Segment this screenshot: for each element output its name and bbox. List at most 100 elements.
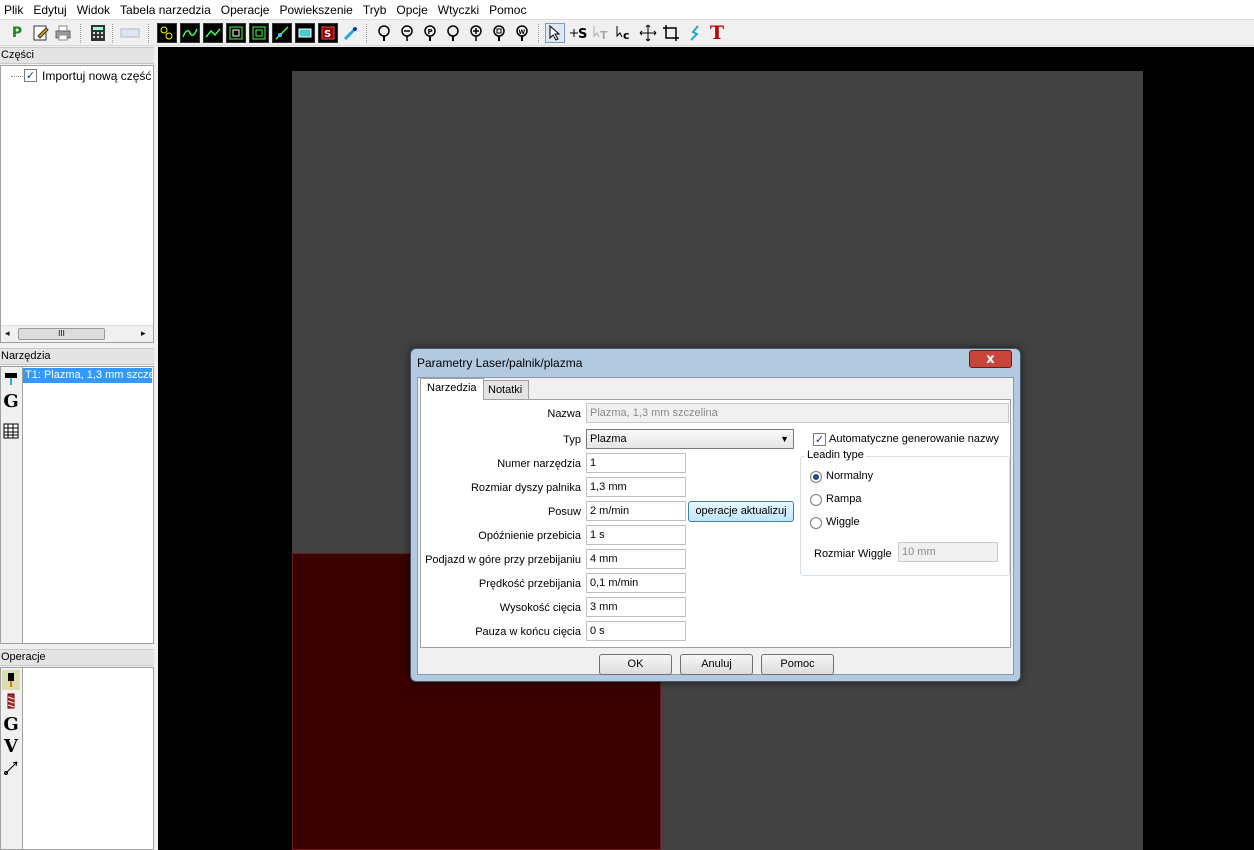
leadin-radio-wiggle[interactable] bbox=[810, 517, 822, 529]
zoom-all-icon[interactable]: W bbox=[511, 22, 533, 44]
cancel-button[interactable]: Anuluj bbox=[680, 654, 753, 675]
dialog-body: Narzedzia Notatki Nazwa Plazma, 1,3 mm s… bbox=[417, 377, 1014, 675]
menu-help[interactable]: Pomoc bbox=[484, 0, 531, 20]
select-pointer-icon[interactable] bbox=[545, 23, 565, 43]
print-icon[interactable] bbox=[52, 22, 74, 44]
leadin-label-wiggle: Wiggle bbox=[826, 516, 860, 528]
leadin-group-title: Leadin type bbox=[805, 449, 866, 461]
dialog-title: Parametry Laser/palnik/plazma bbox=[417, 356, 583, 370]
zoom-selection-icon[interactable] bbox=[442, 22, 464, 44]
menu-tool-table[interactable]: Tabela narzedzia bbox=[115, 0, 216, 20]
select-tab-icon[interactable]: T bbox=[591, 22, 613, 44]
path-curve-icon[interactable] bbox=[180, 23, 200, 43]
parts-tree: ✓ Importuj nową część ◂ III ▸ bbox=[0, 65, 154, 343]
pierce-lift-field[interactable]: 4 mm bbox=[586, 549, 686, 569]
path-rect-icon[interactable] bbox=[226, 23, 246, 43]
type-select[interactable]: Plazma ▼ bbox=[586, 429, 794, 449]
label-feed: Posuw bbox=[547, 506, 581, 518]
auto-name-checkbox[interactable]: ✓ bbox=[813, 433, 826, 446]
drill-op-icon[interactable] bbox=[2, 692, 20, 712]
zoom-out-icon[interactable] bbox=[396, 22, 418, 44]
name-field[interactable]: Plazma, 1,3 mm szczelina bbox=[586, 403, 1009, 423]
vcarve-op-icon[interactable]: V bbox=[2, 736, 20, 757]
nozzle-field[interactable]: 1,3 mm bbox=[586, 477, 686, 497]
ops-icon-column: G V bbox=[1, 668, 23, 849]
text-tool-icon[interactable]: T bbox=[706, 22, 728, 44]
new-part-icon[interactable]: P bbox=[6, 22, 28, 44]
close-icon[interactable]: x bbox=[969, 350, 1012, 368]
leadin-label-rampa: Rampa bbox=[826, 493, 862, 505]
pierce-delay-field[interactable]: 1 s bbox=[586, 525, 686, 545]
tab-narzedzia[interactable]: Narzedzia bbox=[420, 378, 484, 400]
label-pierce-lift: Podjazd w góre przy przebijaniu bbox=[425, 554, 581, 566]
crop-icon[interactable] bbox=[660, 22, 682, 44]
select-start-icon[interactable]: S bbox=[568, 22, 590, 44]
label-tool-number: Numer narzędzia bbox=[497, 458, 581, 470]
path-drill-icon[interactable] bbox=[272, 23, 292, 43]
help-button[interactable]: Pomoc bbox=[761, 654, 834, 675]
label-end-pause: Pauza w końcu cięcia bbox=[475, 626, 581, 638]
lead-icon[interactable] bbox=[683, 22, 705, 44]
menu-plugins[interactable]: Wtyczki bbox=[433, 0, 484, 20]
path-start-icon[interactable] bbox=[157, 23, 177, 43]
svg-text:P: P bbox=[428, 28, 433, 36]
cut-height-field[interactable]: 3 mm bbox=[586, 597, 686, 617]
select-curve-icon[interactable]: c bbox=[614, 22, 636, 44]
plasma-tool-icon[interactable] bbox=[340, 22, 362, 44]
measure-op-icon[interactable] bbox=[2, 758, 20, 778]
menu-mode[interactable]: Tryb bbox=[358, 0, 392, 20]
scroll-thumb[interactable]: III bbox=[18, 328, 105, 340]
menu-bar: Plik Edytuj Widok Tabela narzedzia Opera… bbox=[0, 0, 1254, 20]
svg-text:S: S bbox=[578, 27, 587, 42]
pierce-speed-field[interactable]: 0,1 m/min bbox=[586, 573, 686, 593]
ok-button[interactable]: OK bbox=[599, 654, 672, 675]
scroll-left-icon[interactable]: ◂ bbox=[5, 328, 10, 339]
menu-file[interactable]: Plik bbox=[0, 0, 28, 20]
menu-edit[interactable]: Edytuj bbox=[28, 0, 71, 20]
edit-icon[interactable] bbox=[30, 22, 52, 44]
path-line-icon[interactable] bbox=[203, 23, 223, 43]
chevron-down-icon[interactable]: ▼ bbox=[780, 430, 789, 448]
zoom-in-icon[interactable] bbox=[465, 22, 487, 44]
update-operations-button[interactable]: operacje aktualizuj bbox=[688, 501, 794, 522]
tool-table-icon[interactable] bbox=[2, 421, 20, 441]
zoom-part-icon[interactable]: P bbox=[419, 22, 441, 44]
laser-op-icon[interactable] bbox=[2, 670, 20, 690]
path-pocket-icon[interactable] bbox=[249, 23, 269, 43]
menu-zoom[interactable]: Powiekszenie bbox=[274, 0, 357, 20]
menu-operations[interactable]: Operacje bbox=[216, 0, 275, 20]
zoom-window-icon[interactable] bbox=[488, 22, 510, 44]
menu-options[interactable]: Opcje bbox=[391, 0, 432, 20]
gcode-icon[interactable]: G bbox=[2, 391, 20, 412]
label-pierce-speed: Prędkość przebijania bbox=[478, 578, 581, 590]
calculator-icon[interactable] bbox=[87, 22, 109, 44]
path-fill-icon[interactable] bbox=[295, 23, 315, 43]
feed-field[interactable]: 2 m/min bbox=[586, 501, 686, 521]
path-stop-icon[interactable]: S bbox=[318, 23, 338, 43]
zoom-fit-icon[interactable] bbox=[373, 22, 395, 44]
parts-hscrollbar[interactable]: ◂ III ▸ bbox=[1, 325, 153, 342]
tool-number-field[interactable]: 1 bbox=[586, 453, 686, 473]
ops-panel-title: Operacje bbox=[0, 649, 154, 666]
tool-item-t1[interactable]: T1: Plazma, 1,3 mm szczelina bbox=[23, 368, 152, 383]
wiggle-size-label: Rozmiar Wiggle bbox=[814, 548, 892, 560]
blank-tool-icon[interactable] bbox=[118, 22, 142, 44]
label-pierce-delay: Opóźnienie przebicia bbox=[478, 530, 581, 542]
label-type: Typ bbox=[563, 434, 581, 446]
parts-item-label[interactable]: Importuj nową część bbox=[42, 69, 152, 83]
scroll-right-icon[interactable]: ▸ bbox=[141, 328, 146, 339]
auto-name-label: Automatyczne generowanie nazwy bbox=[829, 433, 999, 445]
plasma-torch-icon[interactable] bbox=[2, 369, 20, 389]
end-pause-field[interactable]: 0 s bbox=[586, 621, 686, 641]
move-icon[interactable] bbox=[637, 22, 659, 44]
label-nozzle: Rozmiar dyszy palnika bbox=[470, 482, 581, 494]
parts-panel-title: Części bbox=[0, 47, 154, 64]
parts-item-checkbox[interactable]: ✓ bbox=[24, 69, 37, 82]
menu-view[interactable]: Widok bbox=[72, 0, 115, 20]
tools-icon-column: G bbox=[1, 367, 23, 643]
tab-notatki[interactable]: Notatki bbox=[481, 380, 530, 400]
gcode-op-icon[interactable]: G bbox=[2, 714, 20, 735]
wiggle-size-field[interactable]: 10 mm bbox=[898, 542, 998, 562]
leadin-radio-normalny[interactable] bbox=[810, 471, 822, 483]
leadin-radio-rampa[interactable] bbox=[810, 494, 822, 506]
